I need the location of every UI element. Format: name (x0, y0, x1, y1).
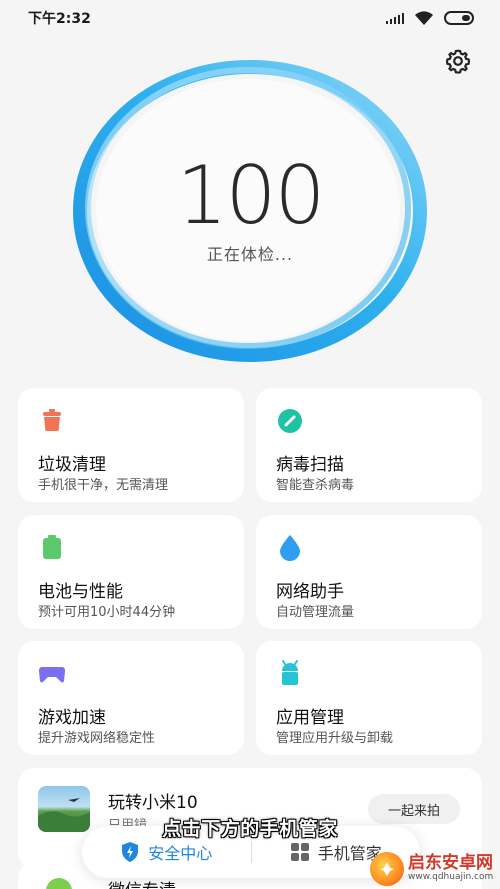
android-icon (282, 660, 298, 685)
card-junk-cleanup[interactable]: 垃圾清理 手机很干净，无需清理 (18, 388, 244, 502)
card-subtitle: 预计可用10小时44分钟 (38, 605, 176, 620)
card-title: 电池与性能 (38, 582, 123, 602)
health-check-status: 正在体检... (206, 245, 294, 264)
card-virus-scan[interactable]: 病毒扫描 智能查杀病毒 (256, 388, 482, 502)
tab-security-center[interactable]: 安全中心 (82, 840, 251, 864)
tutorial-caption: 点击下方的手机管家 (162, 818, 338, 840)
gear-icon (445, 49, 471, 74)
wechat-icon (46, 878, 72, 889)
watermark-url: www.qdhuajin.com (408, 871, 494, 882)
status-time: 下午2:32 (28, 11, 91, 27)
battery-icon (444, 11, 474, 25)
status-icons (386, 10, 474, 26)
status-bar: 下午2:32 (0, 0, 500, 36)
card-title: 应用管理 (276, 708, 344, 728)
card-title: 网络助手 (276, 582, 344, 602)
card-subtitle: 提升游戏网络稳定性 (38, 731, 156, 746)
virus-scan-icon (278, 409, 302, 433)
card-subtitle: 手机很干净，无需清理 (38, 478, 169, 493)
promo-title: 玩转小米10 (108, 793, 198, 813)
watermark-logo-icon (370, 851, 404, 886)
tab-label: 安全中心 (148, 844, 213, 863)
site-watermark: 启东安卓网 www.qdhuajin.com (370, 848, 500, 889)
card-game-boost[interactable]: 游戏加速 提升游戏网络稳定性 (18, 641, 244, 755)
gamepad-icon (39, 667, 65, 683)
card-network-assistant[interactable]: 网络助手 自动管理流量 (256, 515, 482, 629)
health-score-ring: 100 正在体检... (72, 58, 428, 364)
shield-icon (122, 842, 139, 862)
signal-icon (386, 12, 404, 24)
watermark-name: 启东安卓网 (408, 853, 493, 874)
trash-bin-icon (43, 409, 61, 431)
settings-button[interactable] (442, 45, 474, 77)
card-subtitle: 管理应用升级与卸载 (276, 731, 394, 746)
card-app-management[interactable]: 应用管理 管理应用升级与卸载 (256, 641, 482, 755)
grid-icon (290, 843, 309, 861)
water-drop-icon (280, 535, 300, 561)
card-title: 垃圾清理 (38, 455, 106, 475)
card-title: 病毒扫描 (276, 455, 344, 475)
health-score-value: 100 (176, 149, 326, 242)
wifi-icon (415, 11, 433, 25)
card-battery-performance[interactable]: 电池与性能 预计可用10小时44分钟 (18, 515, 244, 629)
card-subtitle: 智能查杀病毒 (276, 478, 355, 493)
battery-icon (43, 535, 61, 559)
card-subtitle: 自动管理流量 (276, 605, 355, 620)
card-title: 游戏加速 (38, 708, 106, 728)
